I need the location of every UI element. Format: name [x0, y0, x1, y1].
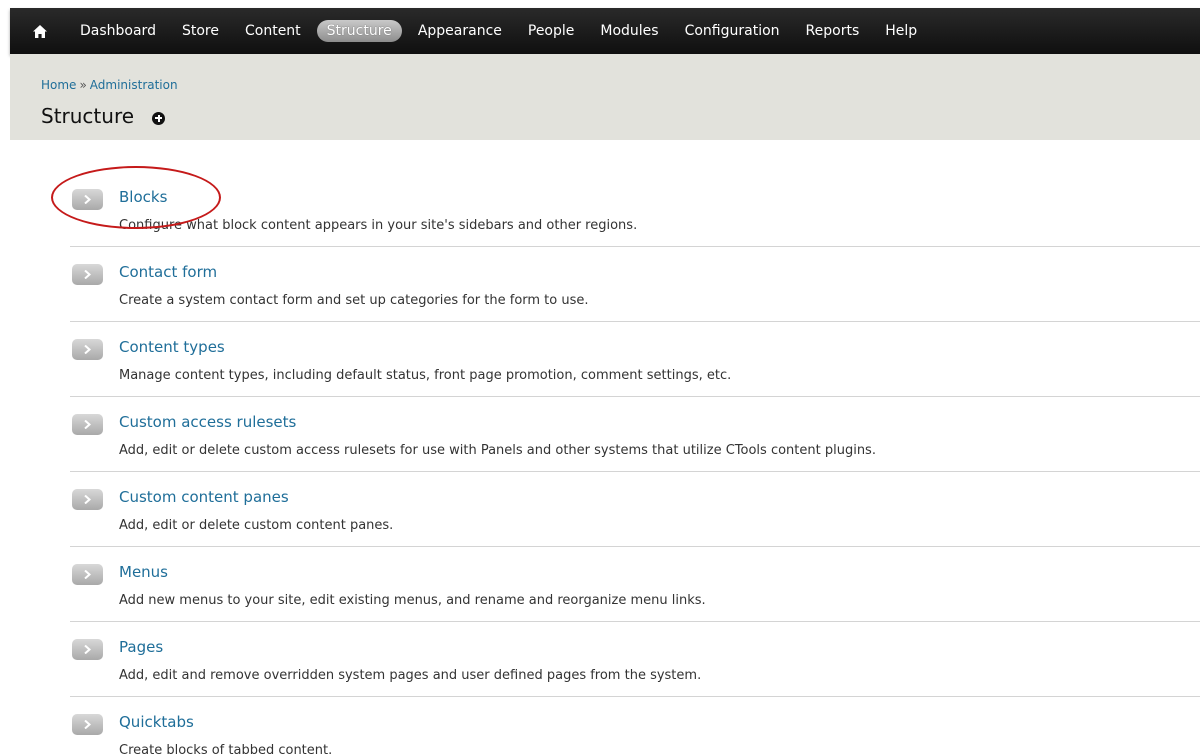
home-icon	[33, 24, 47, 38]
toolbar-item-reports[interactable]: Reports	[796, 20, 870, 42]
expand-arrow-icon[interactable]	[72, 639, 103, 660]
breadcrumb-administration-link[interactable]: Administration	[90, 78, 178, 92]
breadcrumb-separator: »	[79, 78, 87, 92]
list-item-quicktabs: Quicktabs Create blocks of tabbed conten…	[70, 697, 1200, 756]
expand-arrow-icon[interactable]	[72, 489, 103, 510]
toolbar-item-people[interactable]: People	[518, 20, 585, 42]
page-header: Home» Administration Structure	[10, 54, 1200, 140]
toolbar-item-help[interactable]: Help	[875, 20, 927, 42]
pages-link[interactable]: Pages	[119, 638, 163, 656]
list-item-content-types: Content types Manage content types, incl…	[70, 322, 1200, 397]
toolbar-menu: Dashboard Store Content Structure Appear…	[70, 8, 933, 54]
content-types-link[interactable]: Content types	[119, 338, 225, 356]
blocks-link[interactable]: Blocks	[119, 188, 167, 206]
toolbar-item-appearance[interactable]: Appearance	[408, 20, 512, 42]
toolbar-item-modules[interactable]: Modules	[590, 20, 668, 42]
admin-toolbar: Dashboard Store Content Structure Appear…	[10, 8, 1200, 54]
item-description: Add new menus to your site, edit existin…	[119, 593, 706, 608]
admin-list: Blocks Configure what block content appe…	[70, 172, 1200, 756]
menus-link[interactable]: Menus	[119, 563, 168, 581]
item-description: Add, edit or delete custom access rulese…	[119, 443, 876, 458]
expand-arrow-icon[interactable]	[72, 264, 103, 285]
toolbar-item-content[interactable]: Content	[235, 20, 311, 42]
toolbar-item-structure[interactable]: Structure	[316, 20, 402, 42]
quicktabs-link[interactable]: Quicktabs	[119, 713, 194, 731]
item-description: Configure what block content appears in …	[119, 218, 638, 233]
expand-arrow-icon[interactable]	[72, 564, 103, 585]
item-description: Create blocks of tabbed content.	[119, 743, 333, 756]
custom-content-panes-link[interactable]: Custom content panes	[119, 488, 289, 506]
item-description: Add, edit and remove overridden system p…	[119, 668, 702, 683]
item-description: Create a system contact form and set up …	[119, 293, 589, 308]
page-title: Structure	[41, 104, 135, 128]
custom-access-rulesets-link[interactable]: Custom access rulesets	[119, 413, 296, 431]
list-item-custom-content-panes: Custom content panes Add, edit or delete…	[70, 472, 1200, 547]
list-item-pages: Pages Add, edit and remove overridden sy…	[70, 622, 1200, 697]
page-title-row: Structure	[41, 104, 166, 128]
expand-arrow-icon[interactable]	[72, 714, 103, 735]
expand-arrow-icon[interactable]	[72, 339, 103, 360]
toolbar-item-store[interactable]: Store	[172, 20, 229, 42]
add-shortcut-icon[interactable]	[152, 111, 166, 125]
home-button[interactable]	[10, 8, 70, 54]
expand-arrow-icon[interactable]	[72, 189, 103, 210]
contact-form-link[interactable]: Contact form	[119, 263, 217, 281]
toolbar-item-dashboard[interactable]: Dashboard	[70, 20, 166, 42]
list-item-menus: Menus Add new menus to your site, edit e…	[70, 547, 1200, 622]
breadcrumb-home-link[interactable]: Home	[41, 78, 76, 92]
list-item-custom-access-rulesets: Custom access rulesets Add, edit or dele…	[70, 397, 1200, 472]
breadcrumb: Home» Administration	[41, 78, 178, 92]
item-description: Add, edit or delete custom content panes…	[119, 518, 394, 533]
top-strip	[0, 0, 1200, 8]
expand-arrow-icon[interactable]	[72, 414, 103, 435]
list-item-contact-form: Contact form Create a system contact for…	[70, 247, 1200, 322]
toolbar-item-configuration[interactable]: Configuration	[675, 20, 790, 42]
list-item-blocks: Blocks Configure what block content appe…	[70, 172, 1200, 247]
item-description: Manage content types, including default …	[119, 368, 732, 383]
